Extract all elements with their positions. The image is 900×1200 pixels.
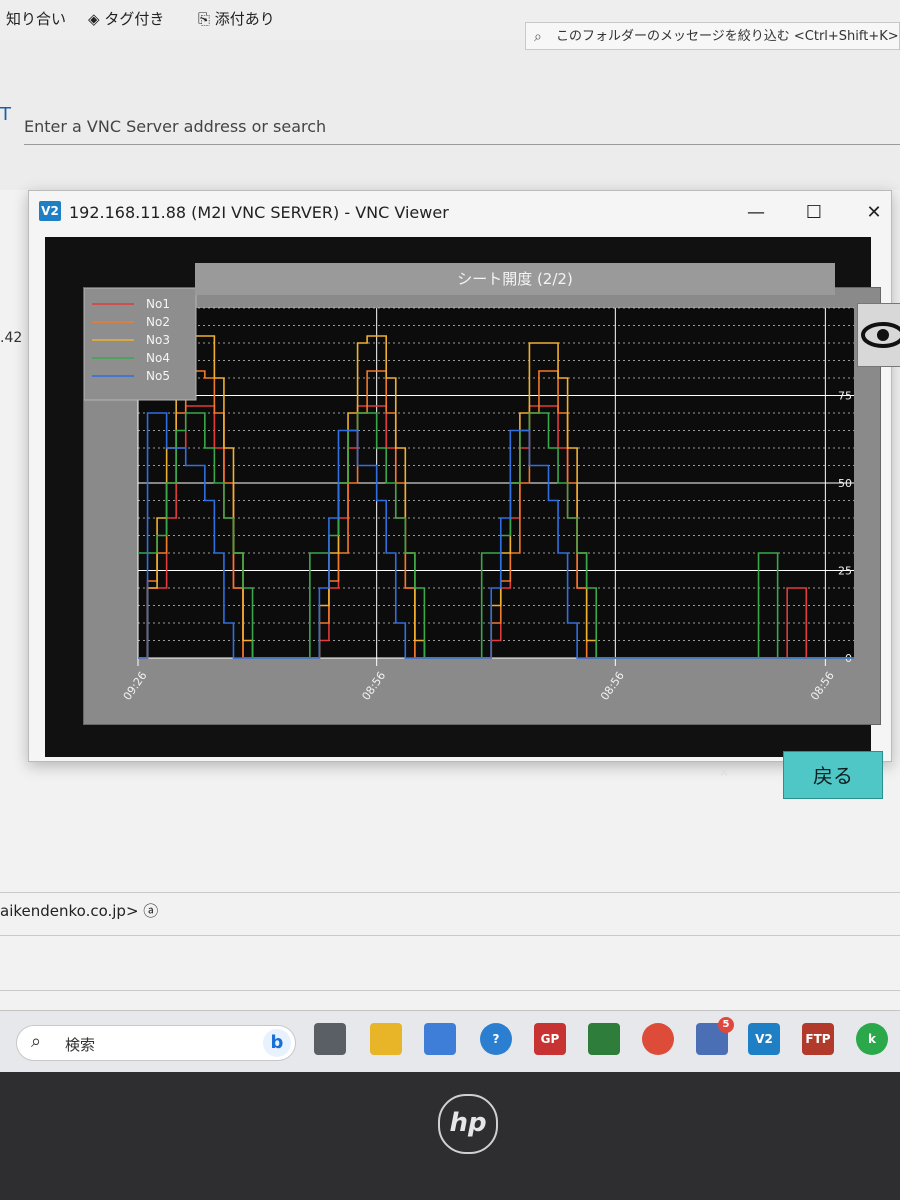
y-tick-label: 25: [838, 565, 852, 578]
task-view-icon[interactable]: [314, 1023, 346, 1055]
file-explorer-icon[interactable]: [370, 1023, 402, 1055]
mail-badge: 5: [718, 1017, 734, 1033]
help-icon[interactable]: ?: [480, 1023, 512, 1055]
maximize-button[interactable]: ☐: [799, 199, 829, 227]
y-tick-label: 50: [838, 477, 852, 490]
back-button[interactable]: 戻る: [783, 751, 883, 799]
close-button[interactable]: ✕: [859, 199, 889, 227]
remote-screen[interactable]: 0 25 50 75 09:26 08:56 08:56 08:56 No1 No2 No3 No4 N…: [45, 237, 900, 799]
hp-logo: hp: [438, 1094, 498, 1154]
taskbar-search-placeholder: 検索: [65, 1036, 96, 1054]
legend-label: No4: [146, 351, 170, 365]
vnc-address-input[interactable]: Enter a VNC Server address or search: [24, 110, 900, 145]
y-tick-label: 75: [838, 390, 852, 403]
line-chart: 025507509:26 08:56 08:56 08:56No1No2No3No4N…: [83, 287, 854, 703]
mail-icon[interactable]: 5: [696, 1017, 734, 1055]
chrome-icon[interactable]: [642, 1023, 674, 1055]
eye-icon: [861, 322, 900, 348]
app-logo-fragment: T: [0, 104, 11, 125]
filter-tagged-label: タグ付き: [104, 10, 165, 28]
search-icon: ⌕: [31, 1031, 42, 1052]
sheet-icon[interactable]: [588, 1023, 620, 1055]
store-icon[interactable]: [424, 1023, 456, 1055]
bing-icon[interactable]: b: [263, 1029, 291, 1057]
vnc-viewer-window[interactable]: V2 192.168.11.88 (M2I VNC SERVER) - VNC …: [28, 190, 900, 799]
search-icon: ⌕: [534, 29, 542, 45]
tag-icon: ◈: [88, 10, 105, 28]
vnc-logo-icon: V2: [39, 201, 61, 221]
divider: [0, 990, 900, 991]
windows-taskbar: ⌕ 検索 b ? GP 5 V2 FTP k: [0, 1010, 900, 1073]
chart-panel: 0 25 50 75 09:26 08:56 08:56 08:56 No1 No2 No3 No4 N…: [83, 287, 881, 725]
laptop-bezel: hp: [0, 1072, 900, 1200]
gp-icon[interactable]: GP: [534, 1023, 566, 1055]
message-filter-search-input[interactable]: ⌕ このフォルダーのメッセージを絞り込む <Ctrl+Shift+K>: [525, 22, 900, 50]
small-close-icon[interactable]: ×: [719, 765, 729, 779]
divider: [0, 892, 900, 893]
eye-view-button[interactable]: [857, 303, 900, 367]
email-address-snippet: aikendenko.co.jp> ⓐ: [0, 902, 159, 920]
filter-attach-label: 添付あり: [214, 10, 275, 28]
taskbar-search-input[interactable]: ⌕ 検索 b: [16, 1025, 296, 1061]
legend-label: No2: [146, 315, 170, 329]
vnc-icon[interactable]: V2: [748, 1023, 780, 1055]
filter-attach-button[interactable]: ⎘ 添付あり: [198, 8, 275, 29]
chart-title: シート開度 (2/2): [195, 263, 835, 295]
x-tick-label: 08:56: [598, 669, 627, 702]
window-titlebar[interactable]: V2 192.168.11.88 (M2I VNC SERVER) - VNC …: [29, 191, 891, 235]
paperclip-icon: ⎘: [198, 10, 215, 28]
x-tick-label: 08:56: [808, 669, 837, 702]
legend-label: No3: [146, 333, 170, 347]
legend-label: No1: [146, 297, 170, 311]
k-icon[interactable]: k: [856, 1023, 888, 1055]
divider: [0, 935, 900, 936]
minimize-button[interactable]: —: [741, 199, 771, 227]
ftp-icon[interactable]: FTP: [802, 1023, 834, 1055]
address-fragment: .42: [0, 330, 23, 346]
x-tick-label: 09:26: [121, 669, 150, 702]
filter-known-button[interactable]: 知り合い: [6, 8, 66, 29]
legend-label: No5: [146, 369, 170, 383]
x-tick-label: 08:56: [359, 669, 388, 702]
filter-tagged-button[interactable]: ◈ タグ付き: [88, 8, 164, 29]
message-filter-placeholder: このフォルダーのメッセージを絞り込む <Ctrl+Shift+K>: [556, 29, 899, 44]
window-title: 192.168.11.88 (M2I VNC SERVER) - VNC Vie…: [69, 203, 449, 222]
